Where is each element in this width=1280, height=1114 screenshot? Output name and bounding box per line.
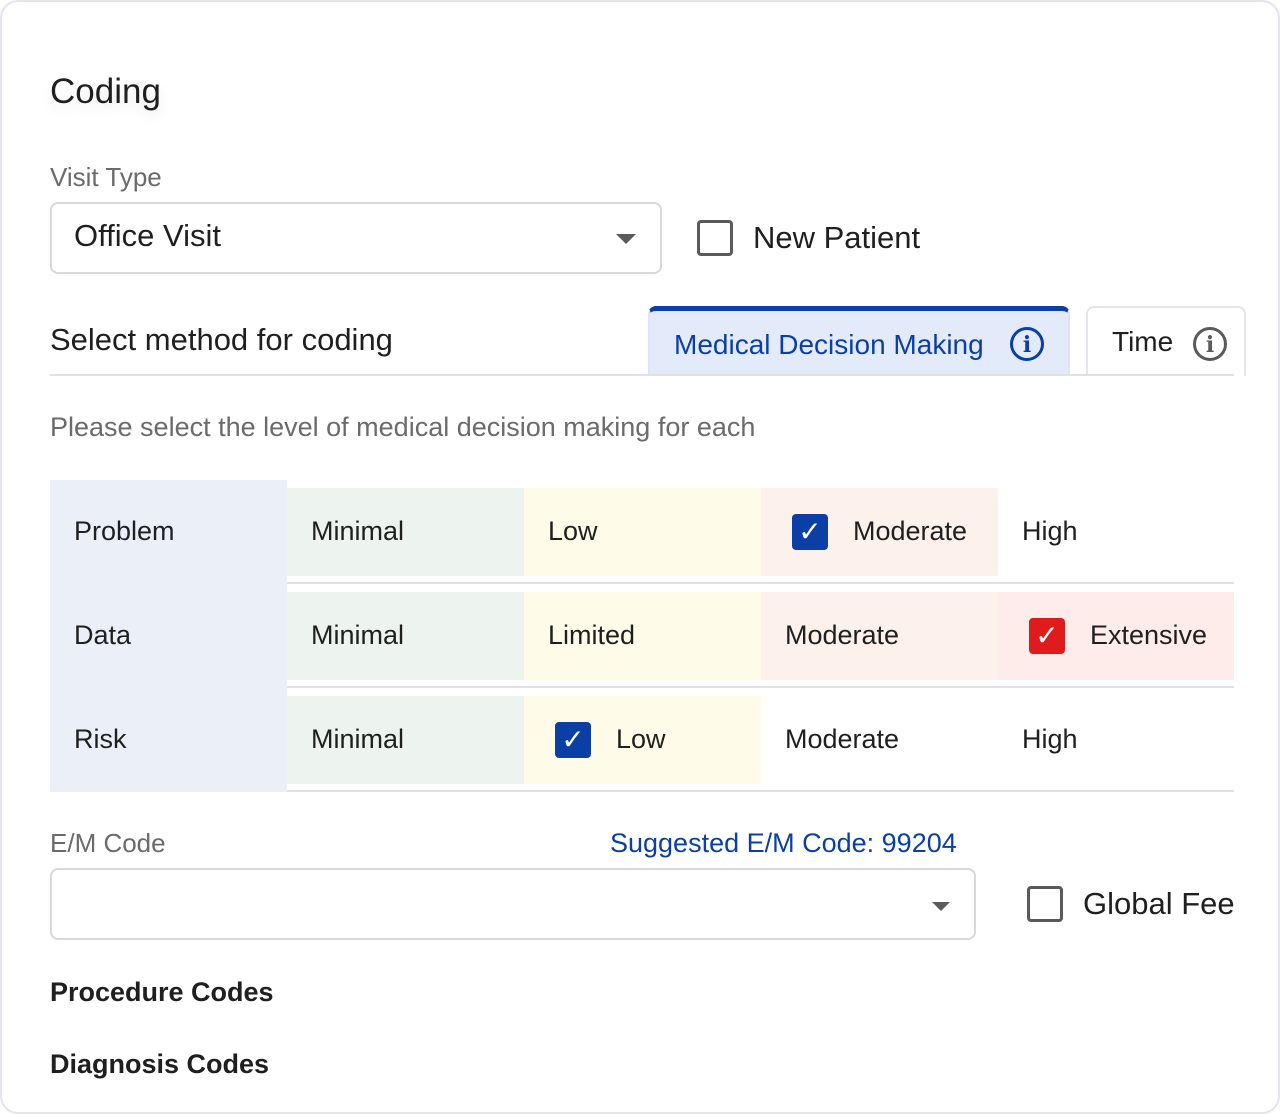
info-icon[interactable]: i [1193, 327, 1227, 361]
option-label: Low [548, 516, 598, 546]
global-fee-checkbox[interactable] [1027, 886, 1063, 922]
tab-time[interactable]: Time i [1086, 306, 1246, 376]
em-code-select[interactable] [50, 868, 976, 940]
problem-high-option[interactable]: High [998, 488, 1235, 576]
option-label: Minimal [311, 620, 405, 650]
option-label: High [1022, 516, 1078, 546]
option-label: Minimal [311, 724, 405, 754]
info-icon[interactable]: i [1010, 327, 1044, 361]
visit-type-label: Visit Type [50, 162, 162, 192]
visit-type-select[interactable]: Office Visit [50, 202, 662, 274]
checkmark-icon[interactable]: ✓ [555, 722, 591, 758]
row-divider [287, 582, 1234, 584]
option-label: Moderate [853, 516, 968, 546]
option-label: Minimal [311, 516, 405, 546]
data-minimal-option[interactable]: Minimal [287, 592, 524, 680]
coding-card: Coding Visit Type Office Visit New Patie… [0, 0, 1280, 1114]
row-label-risk: Risk [74, 724, 127, 754]
global-fee-label: Global Fee [1083, 886, 1235, 921]
procedure-codes-heading[interactable]: Procedure Codes [50, 977, 274, 1008]
data-extensive-option[interactable]: ✓ Extensive [998, 592, 1234, 680]
tab-label: Time [1112, 326, 1174, 357]
option-label: Moderate [785, 620, 900, 650]
suggested-em-code-link[interactable]: Suggested E/M Code: 99204 [610, 828, 957, 859]
option-label: High [1022, 724, 1078, 754]
risk-moderate-option[interactable]: Moderate [761, 696, 998, 784]
data-moderate-option[interactable]: Moderate [761, 592, 998, 680]
method-label: Select method for coding [50, 322, 393, 357]
option-label: Low [616, 724, 666, 754]
data-limited-option[interactable]: Limited [524, 592, 761, 680]
row-divider [287, 790, 1234, 792]
option-label: Moderate [785, 724, 900, 754]
instruction-text: Please select the level of medical decis… [50, 412, 756, 442]
option-label: Limited [548, 620, 636, 650]
diagnosis-codes-heading[interactable]: Diagnosis Codes [50, 1049, 269, 1080]
row-label-data: Data [74, 620, 132, 650]
tab-medical-decision-making[interactable]: Medical Decision Making i [648, 306, 1070, 376]
risk-high-option[interactable]: High [998, 696, 1235, 784]
tab-label: Medical Decision Making [674, 329, 984, 360]
chevron-down-icon [932, 902, 950, 911]
checkmark-icon[interactable]: ✓ [1029, 618, 1065, 654]
problem-low-option[interactable]: Low [524, 488, 761, 576]
option-label: Extensive [1090, 620, 1208, 650]
row-divider [287, 686, 1234, 688]
risk-minimal-option[interactable]: Minimal [287, 696, 524, 784]
page-title: Coding [50, 72, 161, 111]
visit-type-value: Office Visit [74, 218, 222, 253]
problem-moderate-option[interactable]: ✓ Moderate [761, 488, 998, 576]
em-code-label: E/M Code [50, 828, 166, 858]
new-patient-checkbox[interactable] [697, 220, 733, 256]
row-label-problem: Problem [74, 516, 175, 546]
checkmark-icon[interactable]: ✓ [792, 514, 828, 550]
chevron-down-icon [616, 234, 636, 244]
problem-minimal-option[interactable]: Minimal [287, 488, 524, 576]
risk-low-option[interactable]: ✓ Low [524, 696, 761, 784]
tabs-divider [50, 374, 1234, 376]
new-patient-label: New Patient [753, 220, 921, 255]
